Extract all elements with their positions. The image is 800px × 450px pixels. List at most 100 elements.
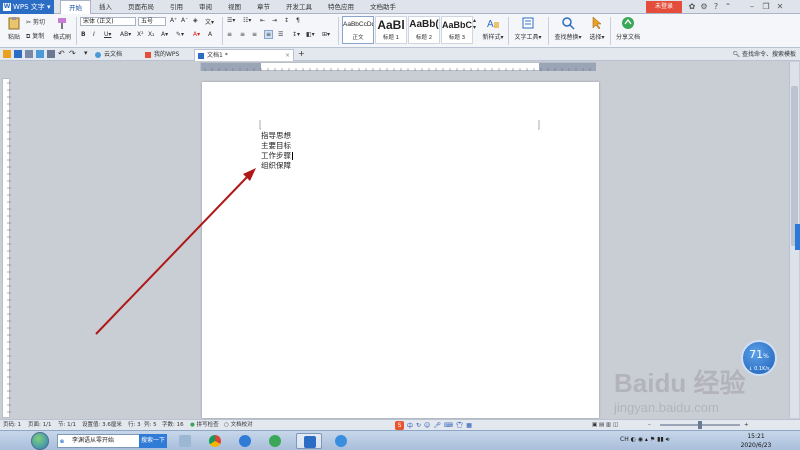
highlight-icon[interactable]: ✎▾ xyxy=(176,31,184,38)
spellcheck-toggle[interactable]: ● 拼写检查 xyxy=(190,420,219,430)
tab-home[interactable]: 开始 xyxy=(60,0,91,15)
taskbar-search-box[interactable]: e 李渊语从零开始 搜索一下 xyxy=(57,434,167,448)
taskbar-app-wps[interactable] xyxy=(296,433,322,449)
help-icon[interactable]: ? xyxy=(710,1,722,13)
strikethrough-icon[interactable]: AB▾ xyxy=(120,31,131,38)
share-doc-button[interactable]: 分享文档 xyxy=(614,16,642,41)
cut-button[interactable]: ✂ 剪切 xyxy=(26,17,45,26)
numbering-icon[interactable]: ☷▾ xyxy=(243,17,251,24)
taskbar-clock[interactable]: 15:21 2020/6/23 xyxy=(736,432,776,450)
export-pdf-icon[interactable] xyxy=(36,50,44,58)
indent-decrease-icon[interactable]: ⇤ xyxy=(260,17,265,24)
status-col[interactable]: 列: 5 xyxy=(144,420,157,430)
status-setting-value[interactable]: 设置值: 3.6厘米 xyxy=(82,420,122,430)
ime-punctuation-icon[interactable]: ↻ xyxy=(416,422,421,429)
clear-format-icon[interactable]: ◈ xyxy=(193,17,198,24)
ime-keyboard-icon[interactable]: ⌨ xyxy=(444,422,453,429)
bold-icon[interactable]: B xyxy=(81,31,86,38)
status-row[interactable]: 行: 3 xyxy=(128,420,141,430)
shading-icon[interactable]: ◧▾ xyxy=(306,31,315,38)
align-right-icon[interactable]: ≡ xyxy=(252,31,257,38)
find-replace-button[interactable]: 查找替换▾ xyxy=(552,16,584,41)
document-page[interactable]: 指导思想 主要目标 工作步骤 组织保障 xyxy=(202,82,599,418)
print-icon[interactable] xyxy=(47,50,55,58)
ime-mode[interactable]: 中 xyxy=(407,421,413,430)
start-button[interactable] xyxy=(31,432,49,450)
align-left-icon[interactable]: ≡ xyxy=(227,31,232,38)
select-button[interactable]: 选择▾ xyxy=(586,16,608,41)
style-heading-1[interactable]: AaBl 标题 1 xyxy=(375,16,407,44)
font-color-icon[interactable]: A▾ xyxy=(193,31,200,38)
scrollbar-thumb[interactable] xyxy=(791,86,798,246)
show-marks-icon[interactable]: ¶ xyxy=(296,17,300,24)
redo-icon[interactable]: ↷ xyxy=(69,49,76,58)
print-preview-icon[interactable] xyxy=(25,50,33,58)
tab-document-1[interactable]: 文档1 * × xyxy=(194,49,294,61)
styles-scroll-icon[interactable]: ▴ ▾ xyxy=(473,17,476,31)
side-panel-tab[interactable] xyxy=(795,224,800,250)
taskbar-search-button[interactable]: 搜索一下 xyxy=(139,434,167,448)
tab-references[interactable]: 引用 xyxy=(162,0,191,14)
italic-icon[interactable]: I xyxy=(93,31,95,38)
style-heading-2[interactable]: AaBb( 标题 2 xyxy=(408,16,440,44)
proofread-button[interactable]: ○ 文档校对 xyxy=(224,420,253,430)
taskbar-app-tools[interactable] xyxy=(172,433,198,449)
zoom-slider[interactable] xyxy=(660,421,740,429)
font-name-select[interactable]: 宋体 (正文) xyxy=(80,17,136,26)
tab-insert[interactable]: 插入 xyxy=(91,0,120,14)
shrink-font-icon[interactable]: A⁻ xyxy=(181,17,188,24)
tab-doc-assistant[interactable]: 文档助手 xyxy=(362,0,404,14)
new-tab-button[interactable]: + xyxy=(298,49,305,58)
view-mode-icons[interactable]: ▣ ▤ ▥ ◫ xyxy=(592,420,618,430)
tray-language[interactable]: CH xyxy=(620,436,629,443)
tab-page-layout[interactable]: 页面布局 xyxy=(120,0,162,14)
command-search[interactable]: 🔍︎ 查找命令、搜索模板 xyxy=(732,49,796,61)
status-section[interactable]: 节: 1/1 xyxy=(58,420,76,430)
status-word-count[interactable]: 字数: 16 xyxy=(162,420,184,430)
taskbar-app-ie-2[interactable] xyxy=(328,433,354,449)
vertical-ruler[interactable] xyxy=(2,78,11,418)
sogou-ime-icon[interactable]: S xyxy=(395,420,404,430)
tab-my-wps[interactable]: 我的WPS xyxy=(142,49,192,61)
tab-section[interactable]: 章节 xyxy=(249,0,278,14)
taskbar-app-chrome[interactable] xyxy=(202,433,228,449)
settings-icon[interactable]: ⚙ xyxy=(698,1,710,13)
zoom-in-icon[interactable]: + xyxy=(744,420,749,430)
text-effect-icon[interactable]: A▾ xyxy=(161,31,168,38)
indent-increase-icon[interactable]: ⇥ xyxy=(272,17,277,24)
tab-features[interactable]: 特色应用 xyxy=(320,0,362,14)
grow-font-icon[interactable]: A⁺ xyxy=(170,17,177,24)
tab-cloud-docs[interactable]: 云文档 xyxy=(92,49,140,61)
distribute-icon[interactable]: ☰ xyxy=(278,31,283,38)
zoom-out-icon[interactable]: – xyxy=(648,420,651,430)
ribbon-toggle-icon[interactable]: ⌃ xyxy=(722,1,734,13)
open-icon[interactable] xyxy=(3,50,11,58)
close-icon[interactable]: ✕ xyxy=(774,1,786,13)
horizontal-ruler[interactable] xyxy=(200,62,596,71)
font-size-select[interactable]: 五号 xyxy=(138,17,166,26)
paste-button[interactable]: 粘贴 xyxy=(4,16,24,41)
border-icon[interactable]: ⊞▾ xyxy=(322,31,330,38)
maximize-icon[interactable]: ❐ xyxy=(760,1,772,13)
text-tools-button[interactable]: 文字工具▾ xyxy=(512,16,544,41)
line-spacing-icon[interactable]: ↕▾ xyxy=(292,31,300,38)
ime-voice-icon[interactable]: 🎤︎ xyxy=(433,422,441,429)
undo-icon[interactable]: ↶ xyxy=(58,49,65,58)
align-center-icon[interactable]: ≡ xyxy=(240,31,245,38)
tab-view[interactable]: 视图 xyxy=(220,0,249,14)
document-body[interactable]: 指导思想 主要目标 工作步骤 组织保障 xyxy=(261,131,293,171)
copy-button[interactable]: ⧉ 复制 xyxy=(26,31,44,41)
style-heading-3[interactable]: AaBbC 标题 3 xyxy=(441,16,473,44)
justify-icon[interactable]: ≡ xyxy=(264,30,274,39)
new-style-button[interactable]: A 新样式▾ xyxy=(482,16,504,41)
tab-developer[interactable]: 开发工具 xyxy=(278,0,320,14)
subscript-icon[interactable]: X₂ xyxy=(148,31,155,38)
style-normal[interactable]: AaBbCcDd 正文 xyxy=(342,16,374,44)
taskbar-app-browser[interactable] xyxy=(262,433,288,449)
phonetic-icon[interactable]: 文▾ xyxy=(205,17,214,26)
char-border-icon[interactable]: A xyxy=(208,31,212,38)
status-page[interactable]: 页码: 1 xyxy=(3,420,21,430)
tab-review[interactable]: 审阅 xyxy=(191,0,220,14)
underline-icon[interactable]: U▾ xyxy=(104,31,111,38)
skin-icon[interactable]: ✿ xyxy=(686,1,698,13)
